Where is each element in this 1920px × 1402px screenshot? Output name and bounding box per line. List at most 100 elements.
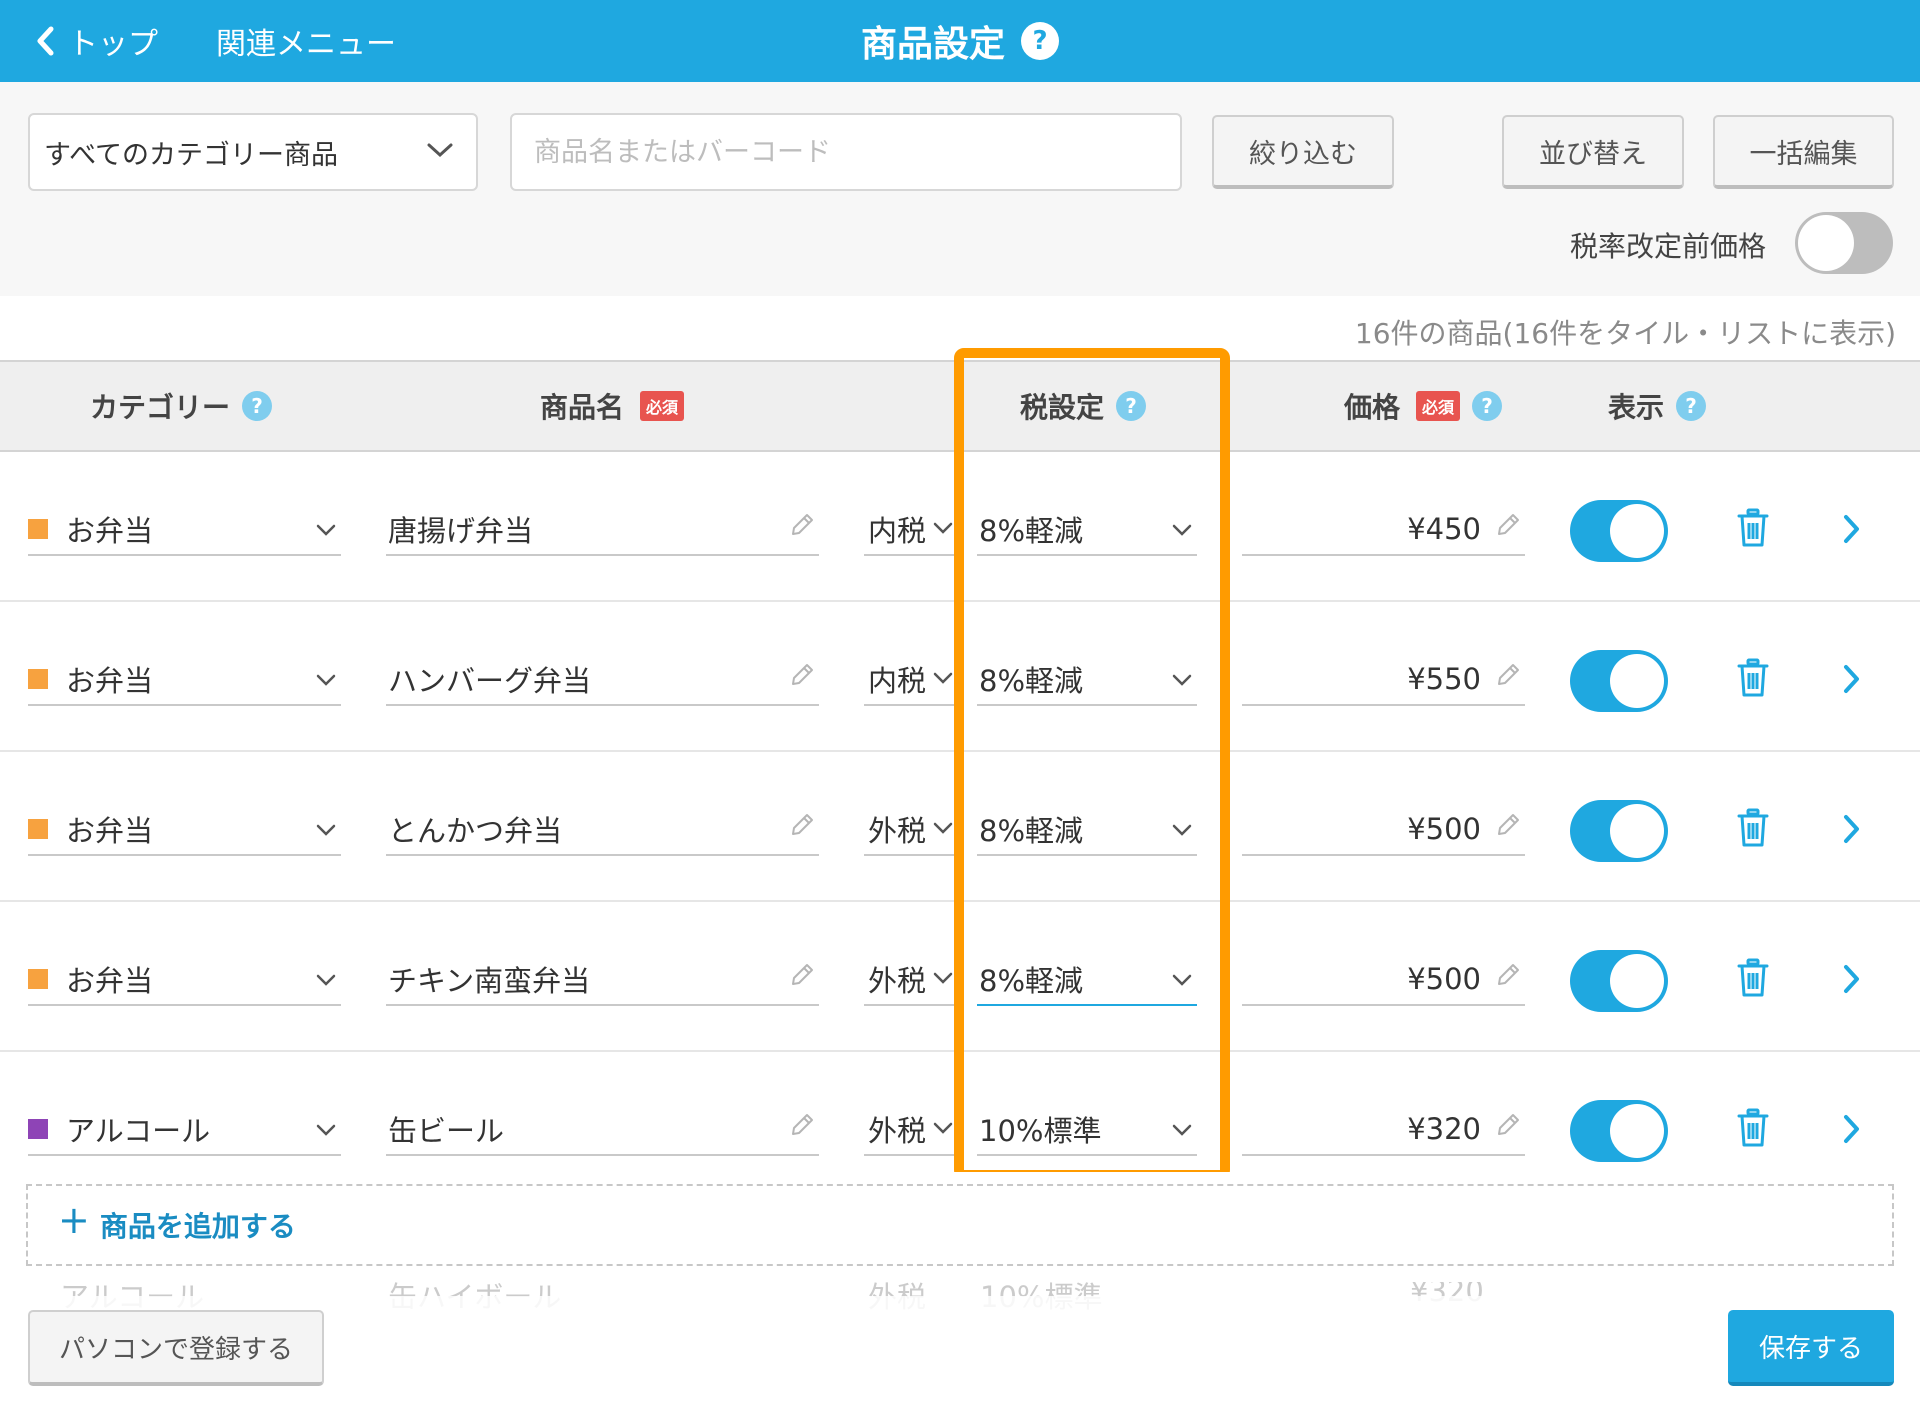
price-field[interactable]: ¥320 — [1242, 1104, 1525, 1156]
pre-tax-change-price-toggle[interactable] — [1795, 212, 1893, 274]
display-toggle[interactable] — [1570, 650, 1668, 712]
chevron-down-icon — [427, 143, 453, 158]
help-icon[interactable]: ? — [1116, 391, 1147, 421]
tax-inclusion-value: 内税 — [868, 664, 927, 698]
chevron-right-icon[interactable] — [1842, 814, 1862, 848]
app-header: トップ 関連メニュー 商品設定 ? — [0, 0, 1920, 82]
help-icon[interactable]: ? — [1472, 391, 1503, 421]
category-select[interactable]: お弁当 — [28, 954, 341, 1006]
pencil-icon — [787, 510, 817, 544]
column-tax-label: 税設定 — [1020, 391, 1105, 424]
page-title: 商品設定 — [860, 24, 1005, 65]
product-name-field[interactable]: 唐揚げ弁当 — [386, 504, 819, 556]
trash-icon[interactable] — [1736, 958, 1770, 1002]
plus-icon: + — [58, 1198, 90, 1242]
tax-inclusion-select[interactable]: 内税 — [864, 654, 964, 706]
chevron-right-icon[interactable] — [1842, 1114, 1862, 1148]
column-header-category: カテゴリー ? — [90, 362, 273, 450]
save-button[interactable]: 保存する — [1728, 1310, 1894, 1386]
category-filter-select[interactable]: すべてのカテゴリー商品 — [28, 113, 478, 191]
chevron-right-icon[interactable] — [1842, 664, 1862, 698]
tax-rate-select[interactable]: 8%軽減 — [977, 804, 1197, 856]
product-name-value: 缶ビール — [388, 1114, 505, 1148]
tax-inclusion-select[interactable]: 外税 — [864, 954, 964, 1006]
chevron-left-icon — [37, 26, 54, 56]
tax-rate-select[interactable]: 8%軽減 — [977, 954, 1197, 1006]
price-field[interactable]: ¥450 — [1242, 504, 1525, 556]
toggle-knob — [1610, 504, 1664, 558]
register-on-pc-button[interactable]: パソコンで登録する — [28, 1310, 324, 1386]
add-product-button[interactable]: + 商品を追加する — [26, 1184, 1894, 1266]
pencil-icon — [787, 660, 817, 694]
chevron-down-icon — [1171, 672, 1193, 691]
tax-inclusion-select[interactable]: 内税 — [864, 504, 964, 556]
tax-rate-select[interactable]: 8%軽減 — [977, 654, 1197, 706]
toggle-knob — [1610, 804, 1664, 858]
chevron-down-icon — [1171, 972, 1193, 991]
table-row: お弁当 とんかつ弁当 外税 8%軽減 ¥500 — [0, 752, 1920, 902]
help-icon[interactable]: ? — [242, 391, 273, 421]
tax-inclusion-select[interactable]: 外税 — [864, 804, 964, 856]
chevron-down-icon — [1171, 822, 1193, 841]
trash-icon[interactable] — [1736, 508, 1770, 552]
tax-inclusion-select[interactable]: 外税 — [864, 1104, 964, 1156]
tax-rate-value: 8%軽減 — [979, 814, 1084, 848]
pencil-icon — [787, 1110, 817, 1144]
table-row: お弁当 ハンバーグ弁当 内税 8%軽減 ¥550 — [0, 602, 1920, 752]
trash-icon[interactable] — [1736, 808, 1770, 852]
back-button[interactable]: トップ — [36, 0, 158, 82]
display-toggle[interactable] — [1570, 950, 1668, 1012]
category-filter-value: すべてのカテゴリー商品 — [44, 139, 339, 171]
bulk-edit-button[interactable]: 一括編集 — [1713, 115, 1894, 189]
help-icon[interactable]: ? — [1676, 391, 1707, 421]
chevron-down-icon — [932, 970, 954, 989]
chevron-down-icon — [932, 820, 954, 839]
category-select[interactable]: お弁当 — [28, 654, 341, 706]
category-select[interactable]: アルコール — [28, 1104, 341, 1156]
search-input[interactable] — [510, 113, 1182, 191]
toggle-knob — [1610, 954, 1664, 1008]
trash-icon[interactable] — [1736, 658, 1770, 702]
back-label: トップ — [68, 27, 158, 62]
category-color-swatch — [28, 969, 48, 989]
category-color-swatch — [28, 1119, 48, 1139]
product-name-field[interactable]: ハンバーグ弁当 — [386, 654, 819, 706]
category-value: お弁当 — [66, 814, 154, 848]
chevron-down-icon — [1171, 1122, 1193, 1141]
display-toggle[interactable] — [1570, 1100, 1668, 1162]
category-value: お弁当 — [66, 514, 154, 548]
price-field[interactable]: ¥500 — [1242, 804, 1525, 856]
related-menu-link[interactable]: 関連メニュー — [216, 0, 396, 82]
pencil-icon — [1493, 1110, 1523, 1144]
price-field[interactable]: ¥500 — [1242, 954, 1525, 1006]
required-badge: 必須 — [640, 391, 685, 421]
filter-bar: すべてのカテゴリー商品 絞り込む 並び替え 一括編集 税率改定前価格 — [0, 82, 1920, 296]
display-toggle[interactable] — [1570, 800, 1668, 862]
chevron-down-icon — [315, 822, 337, 841]
required-badge: 必須 — [1416, 391, 1461, 421]
category-select[interactable]: お弁当 — [28, 804, 341, 856]
price-field[interactable]: ¥550 — [1242, 654, 1525, 706]
chevron-down-icon — [932, 1120, 954, 1139]
trash-icon[interactable] — [1736, 1108, 1770, 1152]
chevron-right-icon[interactable] — [1842, 514, 1862, 548]
price-value: ¥500 — [1407, 962, 1481, 996]
tax-rate-select[interactable]: 10%標準 — [977, 1104, 1197, 1156]
chevron-down-icon — [932, 520, 954, 539]
display-toggle[interactable] — [1570, 500, 1668, 562]
help-icon[interactable]: ? — [1021, 22, 1059, 60]
chevron-right-icon[interactable] — [1842, 964, 1862, 998]
tax-inclusion-value: 外税 — [868, 964, 927, 998]
chevron-down-icon — [315, 1122, 337, 1141]
column-display-label: 表示 — [1608, 391, 1665, 424]
product-name-field[interactable]: 缶ビール — [386, 1104, 819, 1156]
product-name-value: とんかつ弁当 — [388, 814, 563, 848]
product-name-field[interactable]: チキン南蛮弁当 — [386, 954, 819, 1006]
product-name-field[interactable]: とんかつ弁当 — [386, 804, 819, 856]
tax-rate-select[interactable]: 8%軽減 — [977, 504, 1197, 556]
filter-button[interactable]: 絞り込む — [1212, 115, 1394, 189]
pre-tax-change-price-label: 税率改定前価格 — [1570, 230, 1767, 263]
table-row: お弁当 唐揚げ弁当 内税 8%軽減 ¥450 — [0, 452, 1920, 602]
category-select[interactable]: お弁当 — [28, 504, 341, 556]
sort-button[interactable]: 並び替え — [1502, 115, 1684, 189]
